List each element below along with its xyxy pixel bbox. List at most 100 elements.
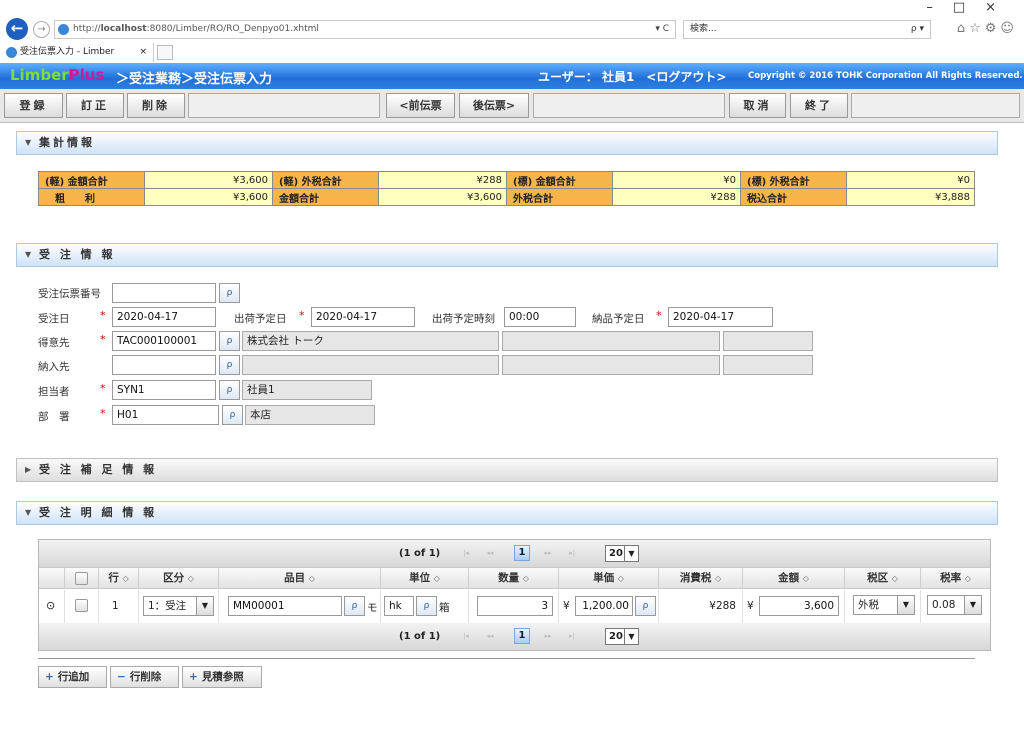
estimate-ref-label: 見積参照 (201, 671, 244, 683)
col-header-qty[interactable]: 数量 ◇ (469, 568, 559, 589)
col-header-line[interactable]: 行 ◇ (99, 568, 139, 589)
col-header-tax-rate[interactable]: 税率 ◇ (921, 568, 990, 589)
tab-close-icon[interactable]: × (139, 43, 147, 61)
customer-name-field: 株式会社 トーク (242, 331, 499, 351)
ship-date-input[interactable]: 2020-04-17 (311, 307, 415, 327)
prev-page-icon[interactable]: ◂◂ (483, 546, 497, 560)
cancel-button[interactable]: 取消 (729, 93, 786, 118)
first-page-icon[interactable]: |◂ (459, 629, 473, 643)
order-section-header[interactable]: ▼ 受 注 情 報 (16, 243, 998, 267)
dept-code-input[interactable]: H01 (112, 405, 219, 425)
end-button[interactable]: 終了 (790, 93, 848, 118)
page-size-select[interactable]: 20 ▼ (605, 628, 639, 645)
ship-time-label: 出荷予定時刻 (432, 313, 495, 325)
search-icon[interactable]: ρ (219, 355, 240, 375)
browser-tab[interactable]: 受注伝票入力 - Limber × (4, 43, 154, 62)
back-arrow-icon[interactable]: ← (6, 18, 28, 40)
ship-date-label: 出荷予定日 (234, 313, 287, 325)
delivery-date-input[interactable]: 2020-04-17 (668, 307, 773, 327)
last-page-icon[interactable]: ▸| (565, 629, 579, 643)
sort-icon: ◇ (802, 574, 809, 583)
delete-button[interactable]: 削除 (127, 93, 185, 118)
search-icon[interactable]: ρ (416, 596, 437, 616)
search-icon[interactable]: ρ (219, 380, 240, 400)
delete-row-button[interactable]: − 行削除 (110, 666, 179, 688)
summary-label: 金額合計 (272, 188, 379, 206)
qty-input[interactable]: 3 (477, 596, 553, 616)
detail-section-header[interactable]: ▼ 受 注 明 細 情 報 (16, 501, 998, 525)
row-checkbox[interactable] (75, 599, 88, 612)
col-header-unit[interactable]: 単位 ◇ (381, 568, 469, 589)
new-tab-icon[interactable] (157, 45, 173, 60)
row-expander-icon[interactable]: ⊙ (46, 599, 55, 612)
search-box[interactable]: 検索... ρ ▾ (683, 20, 931, 39)
tax-value: ¥288 (709, 600, 736, 612)
staff-code-input[interactable]: SYN1 (112, 380, 216, 400)
estimate-ref-button[interactable]: + 見積参照 (182, 666, 262, 688)
correct-button[interactable]: 訂正 (66, 93, 124, 118)
kubun-select[interactable]: 1：受注 ▼ (143, 596, 214, 616)
col-header-tax[interactable]: 消費税 ◇ (659, 568, 743, 589)
prev-page-icon[interactable]: ◂◂ (483, 629, 497, 643)
order-date-input[interactable]: 2020-04-17 (112, 307, 216, 327)
supplement-section-header[interactable]: ▶ 受 注 補 足 情 報 (16, 458, 998, 482)
plus-icon: + (45, 671, 54, 683)
col-header-amount[interactable]: 金額 ◇ (743, 568, 845, 589)
next-page-icon[interactable]: ▸▸ (541, 546, 555, 560)
order-date-label: 受注日 (38, 313, 70, 325)
summary-section-header[interactable]: ▼ 集計情報 (16, 131, 998, 155)
search-icon[interactable]: ρ (219, 331, 240, 351)
col-header-tax-type[interactable]: 税区 ◇ (845, 568, 921, 589)
refresh-icon[interactable]: ▾ C (655, 21, 669, 38)
summary-label: 外税合計 (506, 188, 613, 206)
user-logout-link[interactable]: ユーザー： 社員1 <ログアウト> (538, 68, 726, 85)
summary-label: 粗 利 (38, 188, 145, 206)
tax-rate-select[interactable]: 0.08 ▼ (927, 595, 982, 615)
search-icon[interactable]: ρ (635, 596, 656, 616)
delivery-date-label: 納品予定日 (592, 313, 645, 325)
ship-time-input[interactable]: 00:00 (504, 307, 576, 327)
first-page-icon[interactable]: |◂ (459, 546, 473, 560)
add-row-label: 行追加 (57, 671, 90, 683)
col-header-price[interactable]: 単価 ◇ (559, 568, 659, 589)
slip-no-input[interactable] (112, 283, 216, 303)
prev-slip-button[interactable]: <前伝票 (386, 93, 455, 118)
required-mark: * (100, 333, 106, 346)
page-size-select[interactable]: 20 ▼ (605, 545, 639, 562)
register-button[interactable]: 登録 (4, 93, 63, 118)
col-header-item[interactable]: 品目 ◇ (219, 568, 381, 589)
summary-table: (軽) 金額合計 ¥3,600 (軽) 外税合計 ¥288 (標) 金額合計 ¥… (38, 171, 975, 206)
search-icon[interactable]: ρ ▾ (911, 21, 924, 38)
order-section-title: 受 注 情 報 (39, 248, 116, 261)
table-row: ⊙ 1 1：受注 ▼ MM00001 ρ モ hk ρ 箱 3 ¥ 1,200.… (39, 590, 990, 623)
browser-tool-icons[interactable]: ⌂☆⚙☺ (957, 21, 1018, 36)
unit-code-input[interactable]: hk (384, 596, 414, 616)
breadcrumb: ＞受注業務＞受注伝票入力 (116, 72, 273, 87)
select-all-checkbox[interactable] (75, 572, 88, 585)
next-page-icon[interactable]: ▸▸ (541, 629, 555, 643)
dept-name-field: 本店 (245, 405, 375, 425)
unit-name-text: 箱 (439, 602, 450, 614)
col-header-kubun[interactable]: 区分 ◇ (139, 568, 219, 589)
price-input[interactable]: 1,200.00 (575, 596, 633, 616)
current-page-button[interactable]: 1 (514, 628, 530, 644)
customer-code-input[interactable]: TAC000100001 (112, 331, 216, 351)
add-row-button[interactable]: + 行追加 (38, 666, 107, 688)
sort-icon: ◇ (433, 574, 440, 583)
expand-arrow-icon: ▼ (25, 250, 32, 259)
search-icon[interactable]: ρ (219, 283, 240, 303)
last-page-icon[interactable]: ▸| (565, 546, 579, 560)
search-icon[interactable]: ρ (344, 596, 365, 616)
forward-arrow-icon[interactable]: → (33, 21, 50, 38)
next-slip-button[interactable]: 後伝票> (459, 93, 529, 118)
window-controls[interactable]: –□× (926, 0, 1016, 15)
search-icon[interactable]: ρ (222, 405, 243, 425)
tax-type-select[interactable]: 外税 ▼ (853, 595, 915, 615)
current-page-button[interactable]: 1 (514, 545, 530, 561)
address-bar[interactable]: http://localhost:8080/Limber/RO/RO_Denpy… (54, 20, 676, 39)
delivery-to-input[interactable] (112, 355, 216, 375)
amount-input[interactable]: 3,600 (759, 596, 839, 616)
item-code-input[interactable]: MM00001 (228, 596, 342, 616)
chevron-down-icon: ▼ (624, 629, 638, 644)
app-header: LimberPlus ＞受注業務＞受注伝票入力 ユーザー： 社員1 <ログアウト… (0, 63, 1024, 89)
